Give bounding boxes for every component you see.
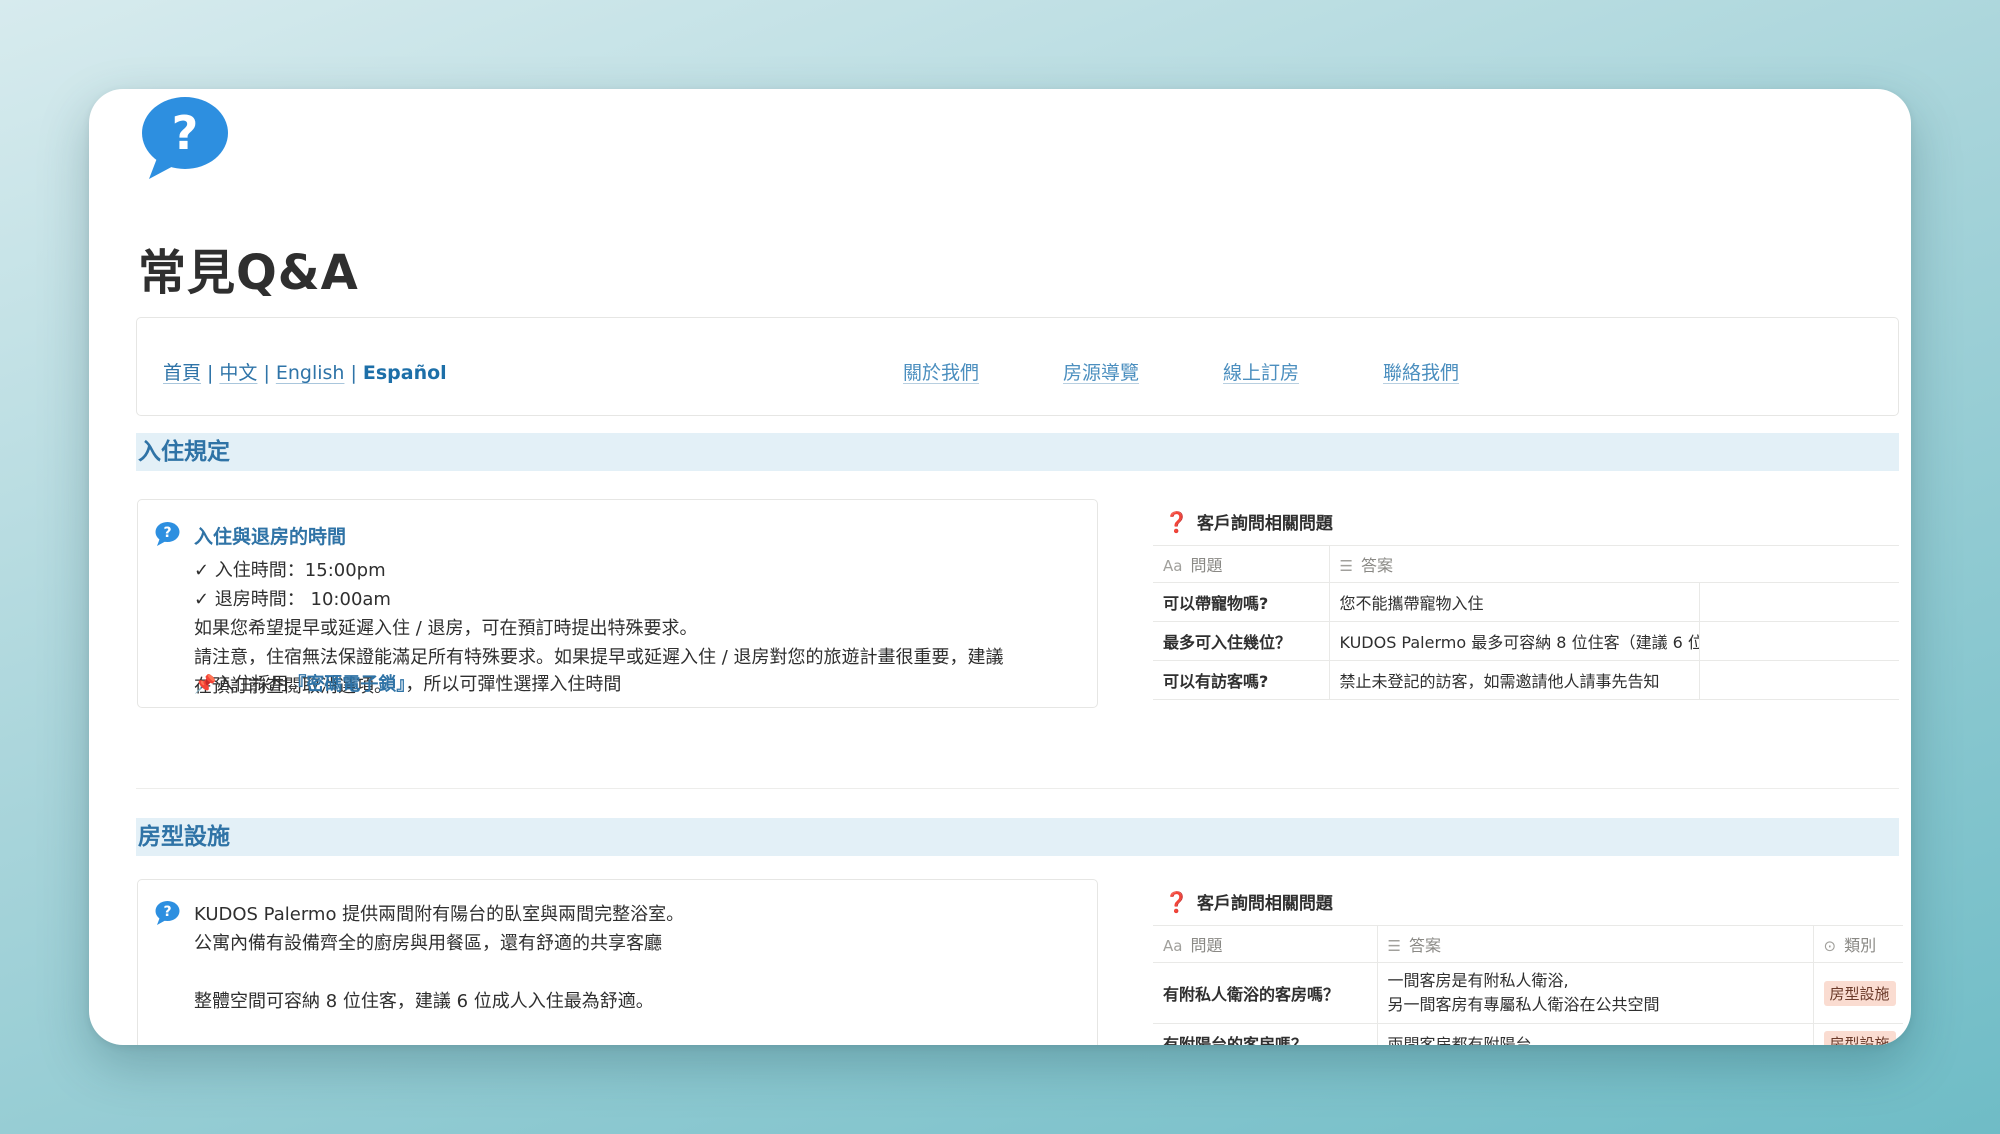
question-bubble-icon: ? — [155, 901, 180, 925]
cell-question[interactable]: 有附陽台的客房嗎？ — [1153, 1023, 1378, 1045]
callout-title: 入住與退房的時間 — [194, 526, 347, 548]
select-property-icon: ⊙ — [1823, 937, 1837, 955]
column-header-question[interactable]: Aa 問題 — [1153, 545, 1330, 583]
cell-category[interactable]: 房型設施 — [1813, 962, 1903, 1024]
table-row[interactable]: 有附陽台的客房嗎？ 兩間客房都有附陽台 房型設施 — [1153, 1023, 1903, 1045]
nav-link-espanol[interactable]: Español — [363, 362, 447, 384]
text-property-icon: ☰ — [1387, 937, 1401, 955]
cell-empty — [1699, 621, 1899, 661]
note-link-code-lock[interactable]: 『密碼電子鎖』 — [288, 674, 405, 695]
category-tag: 房型設施 — [1823, 980, 1896, 1006]
question-mark-icon: ❓ — [1164, 510, 1189, 534]
column-header-answer[interactable]: ☰ 答案 — [1329, 545, 1699, 583]
speech-bubble-question-icon: ? — [142, 97, 228, 179]
cell-answer[interactable]: 一間客房是有附私人衛浴, 另一間客房有專屬私人衛浴在公共空間 — [1377, 962, 1814, 1024]
note-text-after: ，所以可彈性選擇入住時間 — [405, 674, 622, 695]
svg-text:?: ? — [163, 904, 171, 920]
cell-answer[interactable]: 您不能攜帶寵物入住 — [1329, 582, 1700, 622]
nav-link-contact-us[interactable]: 聯絡我們 — [1383, 358, 1459, 385]
cell-question[interactable]: 有附私人衛浴的客房嗎？ — [1153, 962, 1378, 1024]
table-row[interactable]: 有附私人衛浴的客房嗎？ 一間客房是有附私人衛浴, 另一間客房有專屬私人衛浴在公共… — [1153, 962, 1903, 1024]
cell-question[interactable]: 可以帶寵物嗎? — [1153, 582, 1330, 622]
nav-link-about-us[interactable]: 關於我們 — [903, 358, 979, 385]
cell-empty — [1699, 582, 1899, 622]
nav-separator: | — [263, 362, 270, 384]
svg-text:?: ? — [172, 106, 199, 160]
cell-answer[interactable]: 兩間客房都有附陽台 — [1377, 1023, 1814, 1045]
notion-page-window: ? 常見Q&A 首頁 | 中文 | English | Español 關於我們 房源導覽 … — [89, 89, 1911, 1045]
column-header-empty — [1699, 545, 1899, 583]
nav-separator: | — [207, 362, 214, 384]
faq-database-table: Aa 問題 ☰ 答案 ⊙ 類別 有附私人衛浴的客房嗎？ 一間客房是有附私人衛浴, 另一… — [1153, 925, 1903, 1045]
database-title: ❓ 客戶詢問相關問題 — [1164, 890, 1333, 914]
nav-link-chinese[interactable]: 中文 — [219, 362, 257, 384]
question-mark-icon: ❓ — [1164, 890, 1189, 914]
cell-empty — [1699, 660, 1899, 700]
nav-link-home[interactable]: 首頁 — [163, 362, 201, 384]
cell-answer[interactable]: 禁止未登記的訪客，如需邀請他人請事先告知 — [1329, 660, 1700, 700]
category-tag: 房型設施 — [1823, 1030, 1896, 1045]
cell-question[interactable]: 最多可入住幾位？ — [1153, 621, 1330, 661]
database-title: ❓ 客戶詢問相關問題 — [1164, 510, 1333, 534]
section-heading-checkin-rules: 入住規定 — [136, 433, 1899, 471]
language-switcher: 首頁 | 中文 | English | Español — [163, 358, 447, 385]
table-row[interactable]: 可以帶寵物嗎? 您不能攜帶寵物入住 — [1153, 582, 1899, 622]
navigation-bar: 首頁 | 中文 | English | Español 關於我們 房源導覽 線上訂房 聯絡我… — [136, 317, 1899, 416]
callout-body: KUDOS Palermo 提供兩間附有陽台的臥室與兩間完整浴室。 公寓內備有設… — [194, 904, 685, 1012]
cell-answer[interactable]: KUDOS Palermo 最多可容納 8 位住客（建議 6 位 — [1329, 621, 1700, 661]
pin-icon: 📌 — [194, 674, 217, 695]
table-header-row: Aa 問題 ☰ 答案 ⊙ 類別 — [1153, 925, 1903, 963]
section-heading-room-facilities: 房型設施 — [136, 818, 1899, 856]
faq-database-table: Aa 問題 ☰ 答案 可以帶寵物嗎? 您不能攜帶寵物入住 最多可入住幾位？ KUDO… — [1153, 545, 1899, 700]
nav-link-online-booking[interactable]: 線上訂房 — [1223, 358, 1299, 385]
callout-note: 📌入住採用『密碼電子鎖』，所以可彈性選擇入住時間 — [194, 670, 621, 696]
column-header-answer[interactable]: ☰ 答案 — [1377, 925, 1814, 963]
cell-question[interactable]: 可以有訪客嗎? — [1153, 660, 1330, 700]
note-text-before: 入住採用 — [216, 674, 289, 695]
svg-text:?: ? — [163, 525, 171, 541]
nav-link-room-tour[interactable]: 房源導覽 — [1063, 358, 1139, 385]
page-title: 常見Q&A — [138, 245, 359, 301]
nav-separator: | — [350, 362, 357, 384]
table-row[interactable]: 最多可入住幾位？ KUDOS Palermo 最多可容納 8 位住客（建議 6 … — [1153, 621, 1899, 661]
question-bubble-icon: ? — [155, 522, 180, 546]
divider — [136, 788, 1899, 789]
column-header-category[interactable]: ⊙ 類別 — [1813, 925, 1903, 963]
table-header-row: Aa 問題 ☰ 答案 — [1153, 545, 1899, 583]
column-header-question[interactable]: Aa 問題 — [1153, 925, 1378, 963]
title-property-icon: Aa — [1163, 937, 1183, 955]
cell-category[interactable]: 房型設施 — [1813, 1023, 1903, 1045]
table-row[interactable]: 可以有訪客嗎? 禁止未登記的訪客，如需邀請他人請事先告知 — [1153, 660, 1899, 700]
callout-checkin-times: ? 入住與退房的時間 ✓ 入住時間：15:00pm ✓ 退房時間： 10:00a… — [137, 499, 1098, 708]
callout-room-overview: ? KUDOS Palermo 提供兩間附有陽台的臥室與兩間完整浴室。 公寓內備… — [137, 879, 1098, 1045]
title-property-icon: Aa — [1163, 557, 1183, 575]
nav-link-english[interactable]: English — [276, 362, 345, 384]
text-property-icon: ☰ — [1339, 557, 1353, 575]
